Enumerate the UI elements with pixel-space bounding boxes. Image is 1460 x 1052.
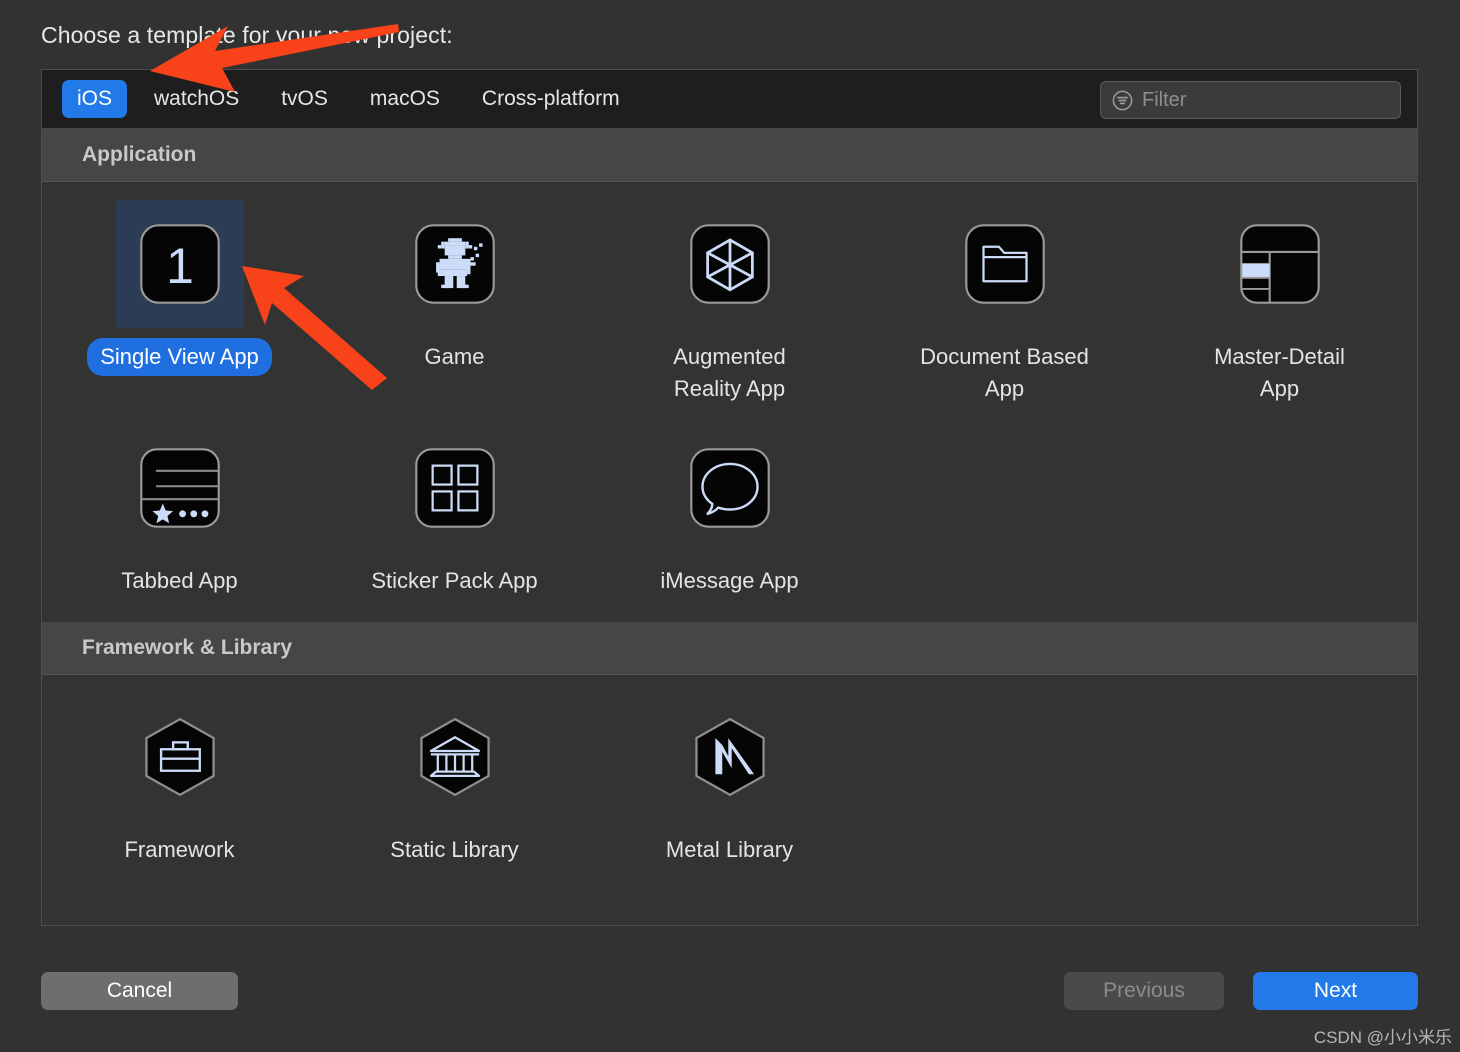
template-label: Document Based App <box>920 344 1089 401</box>
template-label: Master-Detail App <box>1214 344 1345 401</box>
template-icon-wrap <box>941 200 1069 328</box>
section-header-application: Application <box>42 129 1417 182</box>
template-label: Game <box>424 344 485 369</box>
grid-filler <box>1142 683 1417 869</box>
template-icon-wrap <box>391 200 519 328</box>
tab-cross-platform[interactable]: Cross-platform <box>467 80 635 118</box>
template-label: Single View App <box>87 338 272 376</box>
template-static-library[interactable]: Static Library <box>317 683 592 869</box>
template-icon-wrap <box>666 693 794 821</box>
template-framework[interactable]: Framework <box>42 683 317 869</box>
template-master-detail-app[interactable]: Master-Detail App <box>1142 190 1417 408</box>
page-title: Choose a template for your new project: <box>41 22 453 48</box>
template-icon-wrap <box>391 693 519 821</box>
tab-tvos[interactable]: tvOS <box>266 80 343 118</box>
template-icon-wrap <box>116 424 244 552</box>
watermark: CSDN @小小米乐 <box>1313 1028 1452 1047</box>
template-label: Metal Library <box>665 836 794 862</box>
template-label: Augmented Reality App <box>673 344 786 401</box>
template-label: Framework <box>124 836 235 862</box>
cube-wireframe-icon <box>689 224 770 304</box>
template-imessage-app[interactable]: iMessage App <box>592 414 867 600</box>
tab-watchos[interactable]: watchOS <box>139 80 254 118</box>
svg-text:1: 1 <box>166 238 194 294</box>
toolbox-hexagon-icon <box>144 717 215 796</box>
filter-placeholder: Filter <box>1142 88 1187 111</box>
template-icon-wrap: 1 <box>115 200 244 328</box>
grid-filler <box>867 414 1142 600</box>
platform-tab-bar: iOS watchOS tvOS macOS Cross-platform Fi… <box>42 70 1417 129</box>
template-label: Sticker Pack App <box>371 567 538 593</box>
application-templates: 1 Single View App Game Augmented Reality… <box>42 182 1417 622</box>
template-tabbed-app[interactable]: Tabbed App <box>42 414 317 600</box>
grid-filler <box>867 683 1142 869</box>
grid-four-icon <box>414 448 495 528</box>
next-button[interactable]: Next <box>1253 972 1418 1010</box>
filter-field[interactable]: Filter <box>1100 81 1401 119</box>
bank-hexagon-icon <box>419 717 490 796</box>
template-icon-wrap <box>666 424 794 552</box>
metal-m-hexagon-icon <box>694 717 765 796</box>
tab-ios[interactable]: iOS <box>62 80 128 118</box>
template-document-based-app[interactable]: Document Based App <box>867 190 1142 408</box>
template-label: Tabbed App <box>121 567 238 593</box>
template-icon-wrap <box>666 200 794 328</box>
tab-macos[interactable]: macOS <box>355 80 455 118</box>
template-icon-wrap <box>116 693 244 821</box>
template-game[interactable]: Game <box>317 190 592 408</box>
template-icon-wrap <box>1216 200 1344 328</box>
framework-library-templates: Framework Static Library Metal Library <box>42 674 1417 899</box>
template-icon-wrap <box>391 424 519 552</box>
cancel-button[interactable]: Cancel <box>41 972 238 1010</box>
number-one-icon: 1 <box>139 224 220 304</box>
section-header-framework-library: Framework & Library <box>42 621 1417 675</box>
template-sticker-pack-app[interactable]: Sticker Pack App <box>317 414 592 600</box>
template-grid-framework: Framework Static Library Metal Library <box>42 683 1417 869</box>
previous-button[interactable]: Previous <box>1064 972 1224 1010</box>
template-chooser-dialog: Choose a template for your new project: … <box>0 0 1460 1052</box>
template-panel: iOS watchOS tvOS macOS Cross-platform Fi… <box>41 69 1418 926</box>
speech-bubble-icon <box>689 448 770 528</box>
template-single-view-app[interactable]: 1 Single View App <box>42 190 317 408</box>
template-grid-application: 1 Single View App Game Augmented Reality… <box>42 190 1417 600</box>
template-metal-library[interactable]: Metal Library <box>592 683 867 869</box>
template-label: iMessage App <box>660 567 799 593</box>
grid-filler <box>1142 414 1417 600</box>
tab-bar-icon <box>139 448 220 528</box>
folder-icon <box>964 224 1045 304</box>
split-view-icon <box>1239 224 1320 304</box>
robot-sprite-icon <box>414 224 495 304</box>
template-label: Static Library <box>390 836 519 862</box>
template-augmented-reality-app[interactable]: Augmented Reality App <box>592 190 867 408</box>
filter-icon <box>1112 90 1133 110</box>
